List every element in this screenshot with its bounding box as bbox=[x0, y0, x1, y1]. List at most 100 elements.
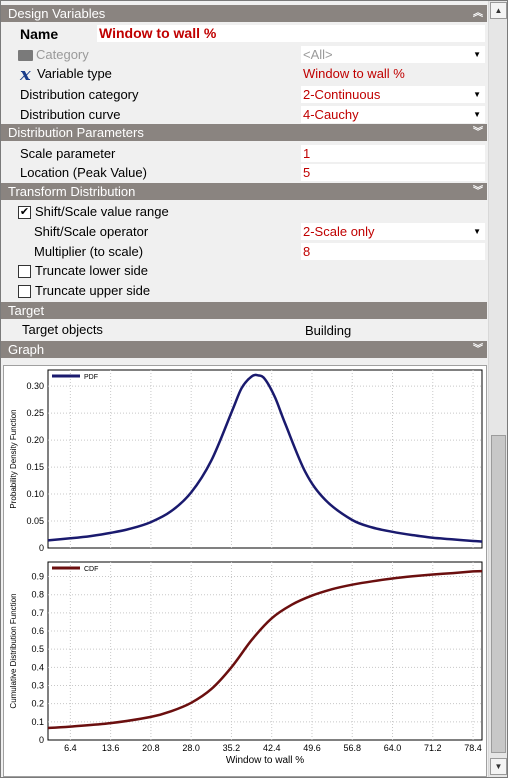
y-tick-label: 0.05 bbox=[26, 516, 44, 526]
x-tick-label: 20.8 bbox=[142, 743, 160, 753]
section-title: Distribution Parameters bbox=[8, 125, 144, 140]
shift-scale-range-row: ✔ Shift/Scale value range bbox=[1, 202, 487, 222]
property-grid: Design Variables ︽ Name Window to wall %… bbox=[1, 1, 487, 777]
plot-area bbox=[47, 561, 483, 741]
scroll-up-arrow-icon[interactable]: ▲ bbox=[490, 2, 507, 19]
shift-scale-range-checkbox[interactable]: ✔ bbox=[18, 206, 31, 219]
distribution-category-select[interactable]: 2-Continuous ▼ bbox=[301, 86, 485, 103]
y-tick-label: 0 bbox=[39, 735, 44, 745]
y-tick-label: 0.2 bbox=[31, 699, 44, 709]
dropdown-arrow-icon[interactable]: ▼ bbox=[473, 106, 481, 123]
truncate-upper-checkbox[interactable] bbox=[18, 285, 31, 298]
dropdown-arrow-icon[interactable]: ▼ bbox=[473, 86, 481, 103]
x-tick-label: 13.6 bbox=[102, 743, 120, 753]
target-objects-row: Target objects Building bbox=[1, 320, 487, 340]
shift-scale-range-label: Shift/Scale value range bbox=[35, 204, 169, 219]
truncate-lower-row: Truncate lower side bbox=[1, 261, 487, 281]
truncate-lower-checkbox[interactable] bbox=[18, 265, 31, 278]
x-axis-label: Window to wall % bbox=[226, 755, 304, 766]
distribution-curve-value: 4-Cauchy bbox=[303, 107, 359, 122]
name-field[interactable]: Window to wall % bbox=[97, 25, 485, 42]
dropdown-arrow-icon[interactable]: ▼ bbox=[473, 46, 481, 63]
legend-label: CDF bbox=[84, 566, 98, 573]
distribution-category-label: Distribution category bbox=[20, 87, 139, 102]
location-field[interactable]: 5 bbox=[301, 164, 485, 181]
y-tick-label: 0.15 bbox=[26, 462, 44, 472]
section-title: Target bbox=[8, 303, 45, 318]
scrollbar-thumb[interactable] bbox=[491, 435, 506, 753]
x-tick-label: 6.4 bbox=[64, 743, 77, 753]
scale-parameter-row: Scale parameter 1 bbox=[1, 144, 487, 164]
x-tick-label: 71.2 bbox=[424, 743, 442, 753]
y-tick-label: 0.4 bbox=[31, 662, 44, 672]
y-axis-label: Probability Density Function bbox=[9, 409, 18, 508]
y-tick-label: 0.7 bbox=[31, 608, 44, 618]
y-tick-label: 0.20 bbox=[26, 435, 44, 445]
legend-label: PDF bbox=[84, 374, 98, 381]
x-tick-label: 28.0 bbox=[182, 743, 200, 753]
distribution-charts: 00.050.100.150.200.250.30Probability Den… bbox=[9, 369, 483, 766]
collapse-chevron-icon[interactable]: ︾ bbox=[472, 183, 484, 200]
variable-type-value: Window to wall % bbox=[303, 66, 405, 81]
section-transform-distribution[interactable]: Transform Distribution ︾ bbox=[1, 183, 487, 200]
category-row: Category <All> ▼ bbox=[1, 45, 487, 65]
target-objects-label: Target objects bbox=[22, 322, 103, 337]
category-select[interactable]: <All> ▼ bbox=[301, 46, 485, 63]
x-tick-label: 49.6 bbox=[303, 743, 321, 753]
truncate-upper-row: Truncate upper side bbox=[1, 281, 487, 301]
y-tick-label: 0 bbox=[39, 543, 44, 553]
x-tick-label: 42.4 bbox=[263, 743, 281, 753]
vertical-scrollbar[interactable]: ▲ ▼ bbox=[488, 1, 507, 777]
truncate-lower-label: Truncate lower side bbox=[35, 263, 148, 278]
shift-scale-operator-label: Shift/Scale operator bbox=[34, 224, 149, 239]
x-tick-label: 78.4 bbox=[464, 743, 482, 753]
section-title: Graph bbox=[8, 342, 45, 357]
dropdown-arrow-icon[interactable]: ▼ bbox=[473, 223, 481, 240]
x-tick-label: 35.2 bbox=[223, 743, 241, 753]
section-title: Transform Distribution bbox=[8, 184, 136, 199]
section-target[interactable]: Target bbox=[1, 302, 487, 319]
multiplier-label: Multiplier (to scale) bbox=[34, 244, 144, 259]
multiplier-field[interactable]: 8 bbox=[301, 243, 485, 260]
graph-panel: 0 0.05 0.10 0.15 0.20 0.25 0.30 Probability Den… bbox=[3, 365, 487, 777]
shift-scale-operator-select[interactable]: 2-Scale only ▼ bbox=[301, 223, 485, 240]
y-tick-label: 0.5 bbox=[31, 644, 44, 654]
section-distribution-parameters[interactable]: Distribution Parameters ︾ bbox=[1, 124, 487, 141]
section-graph[interactable]: Graph ︾ bbox=[1, 341, 487, 358]
y-tick-label: 0.9 bbox=[31, 572, 44, 582]
y-tick-label: 0.25 bbox=[26, 408, 44, 418]
y-tick-label: 0.30 bbox=[26, 381, 44, 391]
scale-parameter-field[interactable]: 1 bbox=[301, 145, 485, 162]
y-tick-label: 0.3 bbox=[31, 681, 44, 691]
distribution-category-value: 2-Continuous bbox=[303, 87, 381, 102]
y-tick-label: 0.8 bbox=[31, 590, 44, 600]
variable-type-label: Variable type bbox=[37, 66, 112, 81]
x-tick-label: 56.8 bbox=[343, 743, 361, 753]
collapse-chevron-icon[interactable]: ︽ bbox=[472, 5, 484, 22]
target-objects-value: Building bbox=[305, 323, 352, 338]
shift-scale-operator-row: Shift/Scale operator 2-Scale only ▼ bbox=[1, 222, 487, 242]
multiplier-row: Multiplier (to scale) 8 bbox=[1, 242, 487, 262]
variable-x-icon: x bbox=[20, 64, 31, 85]
distribution-curve-row: Distribution curve 4-Cauchy ▼ bbox=[1, 105, 487, 125]
section-design-variables[interactable]: Design Variables ︽ bbox=[1, 5, 487, 22]
location-row: Location (Peak Value) 5 bbox=[1, 163, 487, 183]
folder-icon bbox=[18, 50, 33, 61]
distribution-curve-select[interactable]: 4-Cauchy ▼ bbox=[301, 106, 485, 123]
y-tick-label: 0.6 bbox=[31, 626, 44, 636]
shift-scale-operator-value: 2-Scale only bbox=[303, 224, 375, 239]
y-tick-label: 0.10 bbox=[26, 489, 44, 499]
y-axis-label: Cumulative Distribution Function bbox=[9, 593, 18, 708]
collapse-chevron-icon[interactable]: ︾ bbox=[472, 341, 484, 358]
distribution-category-row: Distribution category 2-Continuous ▼ bbox=[1, 85, 487, 105]
truncate-upper-label: Truncate upper side bbox=[35, 283, 151, 298]
category-label: Category bbox=[36, 47, 89, 62]
scroll-down-arrow-icon[interactable]: ▼ bbox=[490, 758, 507, 775]
category-value: <All> bbox=[303, 47, 333, 62]
collapse-chevron-icon[interactable]: ︾ bbox=[472, 124, 484, 141]
name-label: Name bbox=[20, 26, 59, 42]
location-label: Location (Peak Value) bbox=[20, 165, 147, 180]
variable-type-row: x Variable type Window to wall % bbox=[1, 64, 487, 85]
distribution-curve-label: Distribution curve bbox=[20, 107, 121, 122]
x-tick-label: 64.0 bbox=[384, 743, 402, 753]
